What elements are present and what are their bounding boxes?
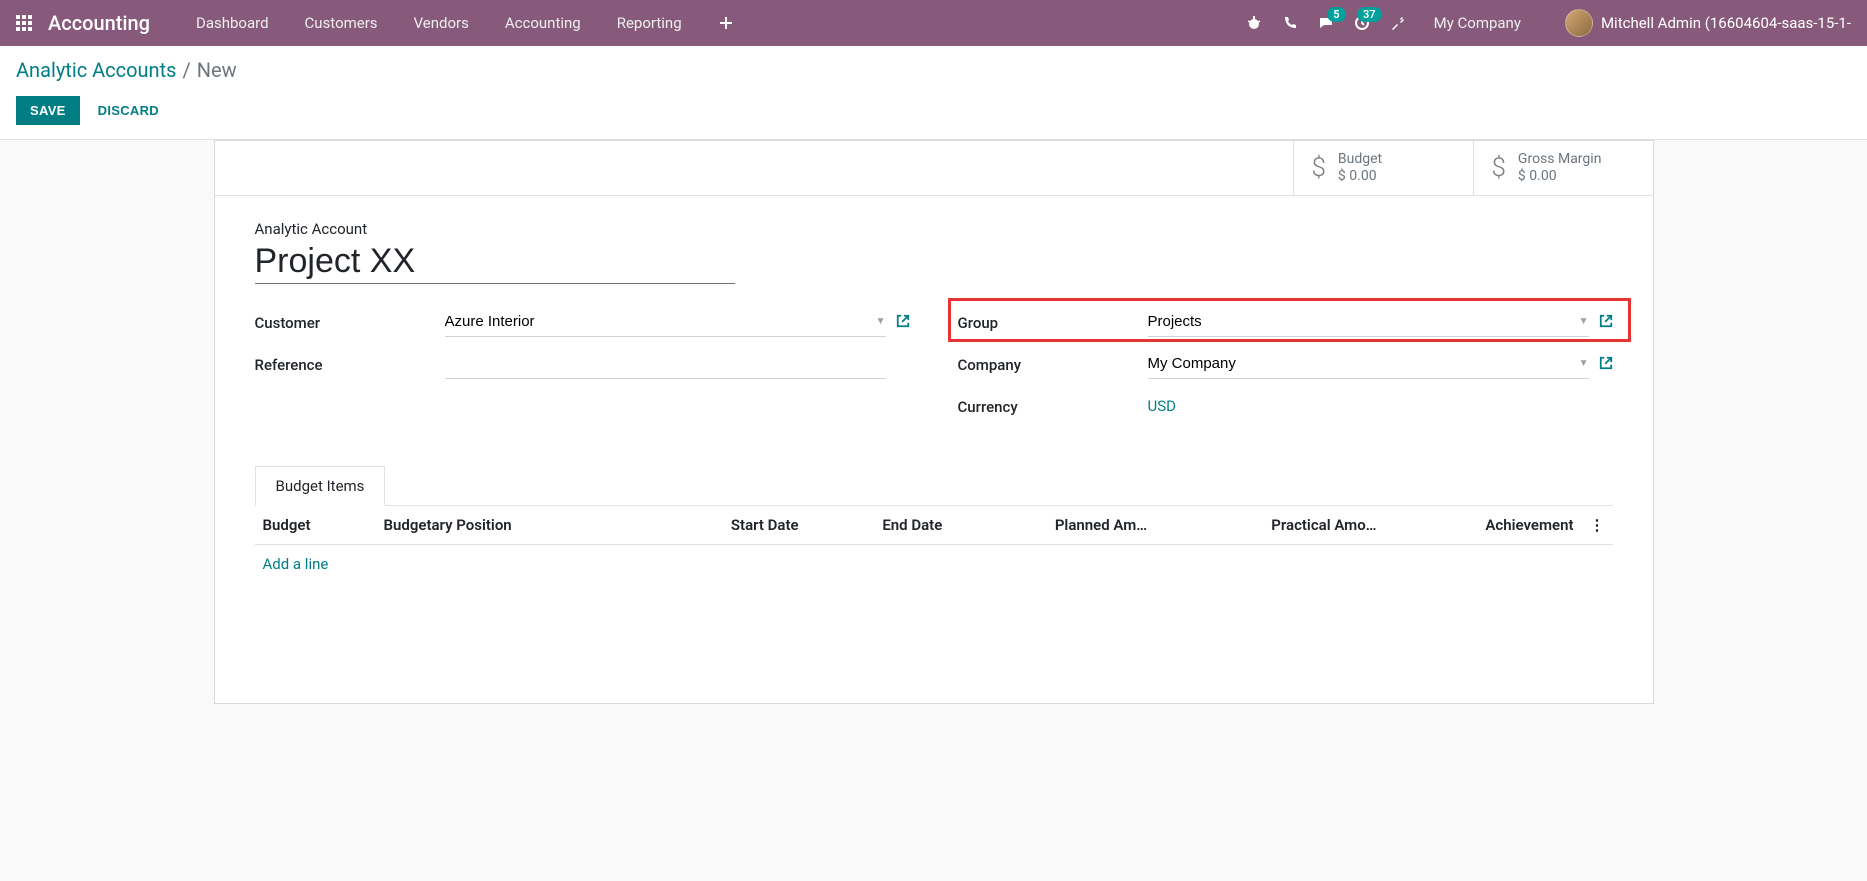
control-panel: Analytic Accounts / New SAVE DISCARD: [0, 46, 1867, 140]
company-input[interactable]: [1148, 351, 1575, 376]
col-end-date[interactable]: End Date: [807, 506, 951, 545]
col-achievement[interactable]: Achievement: [1385, 506, 1582, 545]
bug-icon[interactable]: [1246, 15, 1262, 31]
stat-budget-value: $ 0.00: [1338, 168, 1382, 185]
stat-budget-label: Budget: [1338, 151, 1382, 168]
col-position[interactable]: Budgetary Position: [376, 506, 649, 545]
customer-label: Customer: [255, 314, 445, 332]
phone-icon[interactable]: [1282, 15, 1298, 31]
messages-icon[interactable]: 5: [1318, 15, 1334, 31]
user-menu[interactable]: Mitchell Admin (16604604-saas-15-1-: [1565, 9, 1851, 37]
form-container: $ Budget $ 0.00 $ Gross Margin $ 0.00 An…: [0, 140, 1867, 704]
activities-badge: 37: [1357, 7, 1382, 22]
form-sheet: $ Budget $ 0.00 $ Gross Margin $ 0.00 An…: [214, 140, 1654, 704]
company-field[interactable]: ▼: [1148, 351, 1589, 379]
tab-budget-items[interactable]: Budget Items: [255, 466, 386, 506]
company-label: Company: [958, 356, 1148, 374]
budget-items-table: Budget Budgetary Position Start Date End…: [255, 506, 1613, 663]
reference-label: Reference: [255, 356, 445, 374]
app-brand[interactable]: Accounting: [48, 11, 150, 35]
stat-margin-value: $ 0.00: [1518, 168, 1602, 185]
nav-item-vendors[interactable]: Vendors: [396, 0, 487, 46]
caret-down-icon[interactable]: ▼: [1579, 316, 1589, 327]
group-field[interactable]: ▼: [1148, 309, 1589, 337]
stat-button-margin[interactable]: $ Gross Margin $ 0.00: [1473, 141, 1653, 195]
currency-value[interactable]: USD: [1148, 393, 1176, 419]
activities-icon[interactable]: 37: [1354, 15, 1370, 31]
save-button[interactable]: SAVE: [16, 96, 80, 125]
notebook-tabs: Budget Items: [255, 466, 1613, 506]
group-input[interactable]: [1148, 309, 1575, 334]
external-link-icon[interactable]: [1599, 314, 1613, 332]
group-label: Group: [958, 314, 1148, 332]
reference-field[interactable]: [445, 351, 886, 379]
col-budget[interactable]: Budget: [255, 506, 376, 545]
col-options-icon[interactable]: ⋮: [1582, 506, 1613, 545]
title-section: Analytic Account: [255, 220, 1613, 284]
messages-badge: 5: [1327, 7, 1345, 22]
stat-button-budget[interactable]: $ Budget $ 0.00: [1293, 141, 1473, 195]
title-label: Analytic Account: [255, 220, 1613, 238]
nav-item-new[interactable]: [700, 0, 752, 46]
name-input[interactable]: [255, 242, 735, 284]
caret-down-icon[interactable]: ▼: [876, 316, 886, 327]
customer-field[interactable]: ▼: [445, 309, 886, 337]
form-left-column: Customer ▼ Reference: [255, 308, 910, 434]
stat-buttons: $ Budget $ 0.00 $ Gross Margin $ 0.00: [215, 141, 1653, 196]
col-start-date[interactable]: Start Date: [648, 506, 806, 545]
avatar: [1565, 9, 1593, 37]
tools-icon[interactable]: [1390, 15, 1406, 31]
dollar-icon: $: [1492, 153, 1506, 183]
currency-field[interactable]: USD: [1148, 393, 1589, 421]
apps-icon[interactable]: [16, 15, 32, 31]
nav-item-dashboard[interactable]: Dashboard: [178, 0, 287, 46]
col-planned[interactable]: Planned Am…: [950, 506, 1155, 545]
nav-menu: Dashboard Customers Vendors Accounting R…: [178, 0, 752, 46]
plus-icon: [718, 15, 734, 31]
nav-systray: 5 37 My Company Mitchell Admin (16604604…: [1246, 0, 1851, 46]
breadcrumb-separator: /: [182, 58, 190, 82]
nav-item-customers[interactable]: Customers: [287, 0, 396, 46]
breadcrumb-root[interactable]: Analytic Accounts: [16, 58, 176, 82]
form-right-column: Group ▼ Company ▼: [958, 308, 1613, 434]
breadcrumb: Analytic Accounts / New: [16, 58, 1851, 82]
col-practical[interactable]: Practical Amo…: [1155, 506, 1384, 545]
user-name: Mitchell Admin (16604604-saas-15-1-: [1601, 14, 1851, 32]
top-navbar: Accounting Dashboard Customers Vendors A…: [0, 0, 1867, 46]
nav-item-reporting[interactable]: Reporting: [599, 0, 700, 46]
add-line-link[interactable]: Add a line: [263, 555, 329, 573]
nav-item-accounting[interactable]: Accounting: [487, 0, 599, 46]
reference-input[interactable]: [445, 351, 886, 376]
caret-down-icon[interactable]: ▼: [1579, 358, 1589, 369]
external-link-icon[interactable]: [1599, 356, 1613, 374]
discard-button[interactable]: DISCARD: [96, 96, 161, 125]
stat-margin-label: Gross Margin: [1518, 151, 1602, 168]
control-buttons: SAVE DISCARD: [16, 96, 1851, 125]
breadcrumb-current: New: [197, 58, 237, 82]
customer-input[interactable]: [445, 309, 872, 334]
company-switcher[interactable]: My Company: [1426, 0, 1529, 46]
currency-label: Currency: [958, 398, 1148, 416]
dollar-icon: $: [1312, 153, 1326, 183]
external-link-icon[interactable]: [896, 314, 910, 332]
